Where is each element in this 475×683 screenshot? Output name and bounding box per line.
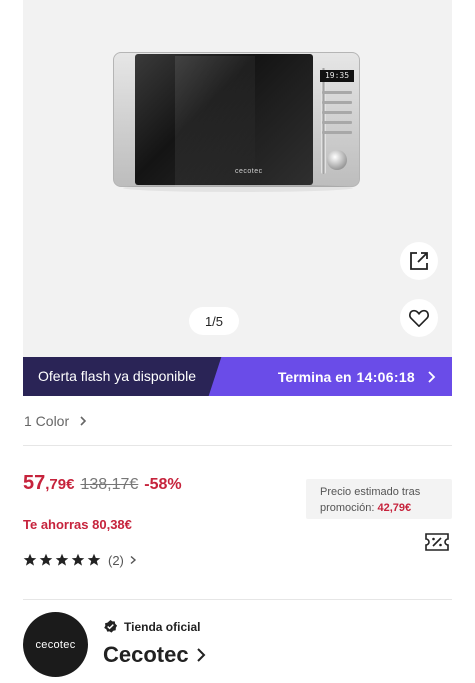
rating-row[interactable]: (2) — [23, 550, 137, 570]
share-button[interactable] — [400, 242, 438, 280]
divider — [23, 445, 452, 446]
discount-badge: -58% — [144, 476, 182, 493]
star-icon — [39, 553, 53, 566]
gallery-counter: 1/5 — [189, 307, 239, 335]
promo-line: promoción: 42,79€ — [320, 502, 412, 514]
price-row: 57,79€ 138,17€ -58% — [23, 472, 182, 495]
star-icon — [55, 553, 69, 566]
flash-ends-label: Termina en — [277, 368, 352, 385]
star-icon — [71, 553, 85, 566]
verified-badge-icon — [104, 619, 118, 633]
promo-estimate-box: Precio estimado tras promoción: 42,79€ — [306, 479, 452, 519]
flash-timer: 14:06:18 — [356, 368, 415, 385]
star-icon — [23, 553, 37, 566]
product-display-time: 19:35 — [320, 70, 354, 82]
chevron-right-icon — [80, 416, 87, 426]
store-name: Cecotec — [103, 642, 189, 667]
star-icon — [87, 553, 101, 566]
product-brand-mark: cecotec — [235, 168, 263, 175]
divider — [23, 599, 452, 600]
chevron-right-icon — [428, 370, 436, 383]
chevron-right-icon — [130, 555, 136, 565]
heart-icon — [409, 309, 429, 327]
promo-line: Precio estimado tras — [320, 486, 421, 498]
store-name-link[interactable]: Cecotec — [103, 642, 206, 668]
current-price: 57,79€ — [23, 472, 75, 494]
savings-label: Te ahorras 80,38€ — [23, 517, 132, 532]
flash-countdown[interactable]: Termina en 14:06:18 — [278, 357, 438, 396]
store-logo[interactable]: cecotec — [23, 612, 88, 677]
color-selector[interactable]: 1 Color — [24, 410, 88, 432]
favorite-button[interactable] — [400, 299, 438, 337]
flash-offer-bar[interactable]: Oferta flash ya disponible Termina en 14… — [23, 357, 452, 396]
official-store-label: Tienda oficial — [124, 619, 201, 634]
store-section[interactable]: cecotec Tienda oficial Cecotec — [23, 612, 452, 678]
review-count: (2) — [108, 552, 124, 568]
color-count-label: 1 Color — [24, 413, 70, 429]
chevron-right-icon — [196, 648, 206, 662]
original-price: 138,17€ — [80, 476, 139, 493]
product-image: cecotec 19:35 — [113, 52, 360, 192]
promo-price: 42,79€ — [377, 502, 412, 514]
flash-offer-label: Oferta flash ya disponible — [38, 368, 196, 384]
official-store-badge: Tienda oficial — [103, 619, 200, 634]
coupon-icon[interactable] — [424, 531, 450, 553]
share-icon — [410, 252, 428, 270]
product-gallery[interactable]: cecotec 19:35 1/5 — [23, 0, 452, 357]
